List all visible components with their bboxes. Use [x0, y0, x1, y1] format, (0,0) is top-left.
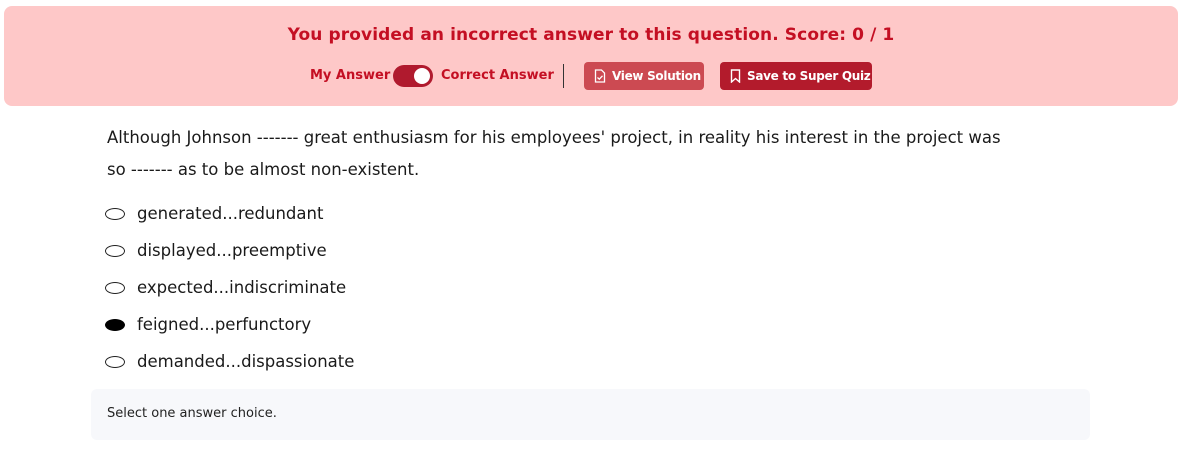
save-label: Save to Super Quiz [747, 69, 871, 83]
correct-answer-label: Correct Answer [441, 68, 554, 83]
question-text: Although Johnson ------- great enthusias… [107, 122, 1067, 186]
choice-label: generated...redundant [137, 204, 324, 223]
choice-e[interactable]: demanded...dispassionate [105, 345, 354, 382]
radio-button[interactable] [105, 208, 125, 220]
divider [563, 64, 564, 88]
choice-label: expected...indiscriminate [137, 278, 347, 297]
choice-c[interactable]: expected...indiscriminate [105, 271, 354, 308]
choice-a[interactable]: generated...redundant [105, 197, 354, 234]
view-solution-button[interactable]: View Solution [584, 62, 704, 90]
radio-button[interactable] [105, 356, 125, 368]
choice-label: feigned...perfunctory [137, 315, 312, 334]
radio-button[interactable] [105, 245, 125, 257]
choice-label: demanded...dispassionate [137, 352, 355, 371]
question-line-2: so ------- as to be almost non-existent. [107, 160, 420, 179]
choice-d[interactable]: feigned...perfunctory [105, 308, 354, 345]
choice-b[interactable]: displayed...preemptive [105, 234, 354, 271]
answer-choices: generated...redundant displayed...preemp… [105, 197, 354, 382]
my-answer-label: My Answer [310, 68, 391, 83]
toggle-knob [414, 68, 430, 84]
view-solution-label: View Solution [612, 69, 701, 83]
radio-button[interactable] [105, 319, 125, 331]
radio-button[interactable] [105, 282, 125, 294]
bookmark-icon [730, 69, 741, 83]
result-banner: You provided an incorrect answer to this… [4, 6, 1178, 106]
save-to-super-quiz-button[interactable]: Save to Super Quiz [720, 62, 872, 90]
instruction-box: Select one answer choice. [91, 389, 1090, 440]
result-message: You provided an incorrect answer to this… [287, 25, 895, 45]
document-check-icon [594, 69, 606, 83]
answer-controls: My Answer Correct Answer View Solution S… [4, 62, 1178, 90]
question-line-1: Although Johnson ------- great enthusias… [107, 128, 1001, 147]
answer-toggle[interactable] [393, 65, 433, 87]
choice-label: displayed...preemptive [137, 241, 327, 260]
instruction-text: Select one answer choice. [107, 406, 277, 421]
